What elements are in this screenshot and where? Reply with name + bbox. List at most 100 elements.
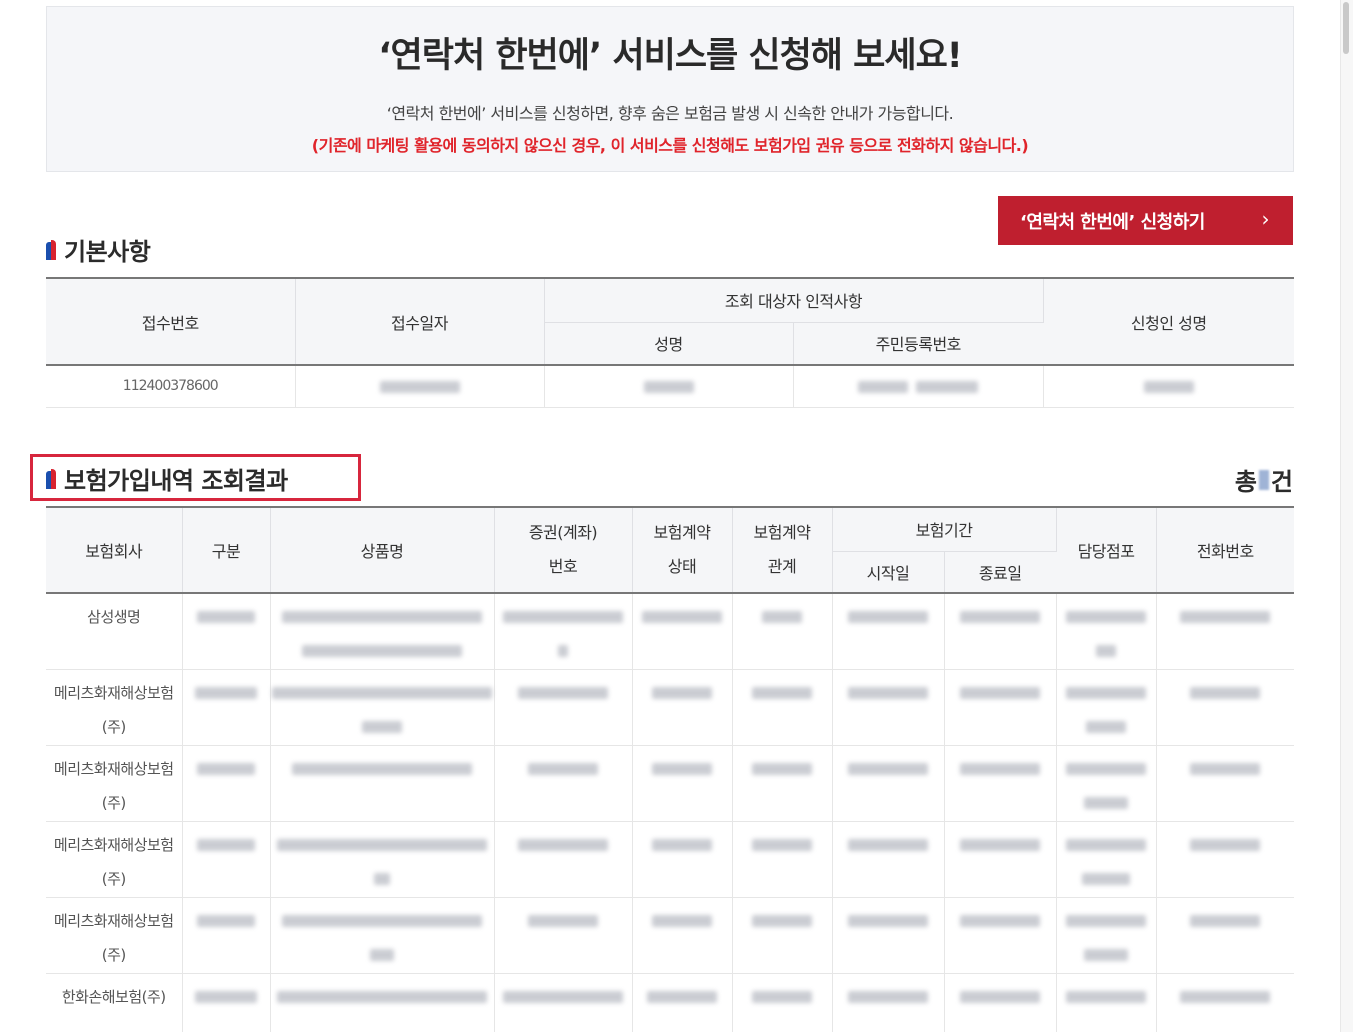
redacted-cell: [1056, 593, 1157, 670]
header-receipt-no: 접수번호: [46, 278, 296, 366]
redacted-cell: [732, 973, 833, 1032]
redacted-cell: [494, 973, 633, 1032]
redacted-cell: [832, 669, 945, 746]
table-row: 한화손해보험(주): [46, 973, 1295, 1032]
total-count: 총 건: [1235, 462, 1293, 497]
redacted-cell: [632, 593, 733, 670]
redacted-cell: [270, 669, 495, 746]
basic-info-heading: 기본사항: [46, 232, 151, 267]
redacted-cell: [732, 897, 833, 974]
header-status-line1: 보험계약: [653, 523, 711, 542]
redacted-cell: [544, 365, 794, 408]
redacted-cell: [832, 821, 945, 898]
table-row: 메리츠화재해상보험(주): [46, 897, 1295, 974]
redacted-cell: [1156, 821, 1295, 898]
company-cell: 메리츠화재해상보험(주): [46, 821, 183, 898]
redacted-cell: [944, 593, 1057, 670]
table-row: 메리츠화재해상보험(주): [46, 821, 1295, 898]
redacted-cell: [732, 745, 833, 822]
redacted-cell: [182, 593, 271, 670]
header-status-line2: 상태: [667, 557, 697, 576]
redacted-cell: [944, 973, 1057, 1032]
company-cell: 메리츠화재해상보험(주): [46, 897, 183, 974]
header-name: 성명: [544, 322, 794, 366]
redacted-cell: [494, 593, 633, 670]
redacted-cell: [182, 669, 271, 746]
header-start-date: 시작일: [832, 551, 945, 594]
redacted-cell: [1156, 897, 1295, 974]
redacted-cell: [793, 365, 1044, 408]
redacted-cell: [1056, 745, 1157, 822]
redacted-cell: [1056, 897, 1157, 974]
basic-info-table: 접수번호 접수일자 조회 대상자 인적사항 신청인 성명 성명 주민등록번호 1…: [46, 277, 1294, 408]
insurance-results-table: 보험회사 구분 상품명 증권(계좌) 번호 보험계약 상태 보험계약 관계 보험기간 …: [46, 506, 1295, 1032]
redacted-cell: [832, 973, 945, 1032]
header-end-date: 종료일: [944, 551, 1057, 594]
redacted-cell: [944, 745, 1057, 822]
company-cell: 한화손해보험(주): [46, 973, 183, 1032]
header-policy-no-line1: 증권(계좌): [528, 523, 598, 542]
redacted-cell: [1156, 669, 1295, 746]
header-policy-no: 증권(계좌) 번호: [494, 507, 633, 594]
results-heading: 보험가입내역 조회결과: [46, 461, 288, 496]
redacted-cell: [494, 897, 633, 974]
redacted-cell: [1156, 973, 1295, 1032]
banner-title: ‘연락처 한번에’ 서비스를 신청해 보세요!: [378, 36, 963, 76]
redacted-cell: [944, 821, 1057, 898]
redacted-cell: [1056, 669, 1157, 746]
redacted-cell: [494, 821, 633, 898]
header-phone: 전화번호: [1156, 507, 1295, 594]
redacted-cell: [944, 669, 1057, 746]
total-suffix: 건: [1270, 468, 1293, 496]
redacted-cell: [632, 897, 733, 974]
header-period: 보험기간: [832, 507, 1057, 552]
redacted-cell: [632, 821, 733, 898]
table-row: 112400378600: [46, 365, 1294, 408]
header-contract-relation: 보험계약 관계: [732, 507, 833, 594]
chevron-right-icon: ›: [1261, 207, 1270, 231]
redacted-cell: [1056, 821, 1157, 898]
redacted-cell: [494, 669, 633, 746]
redacted-cell: [1156, 593, 1295, 670]
redacted-cell: [1043, 365, 1294, 408]
redacted-cell: [832, 897, 945, 974]
header-target-info: 조회 대상자 인적사항: [544, 278, 1044, 323]
redacted-cell: [182, 897, 271, 974]
redacted-cell: [295, 365, 545, 408]
apply-contact-service-button[interactable]: ‘연락처 한번에’ 신청하기 ›: [998, 196, 1293, 245]
redacted-cell: [494, 745, 633, 822]
redacted-cell: [944, 897, 1057, 974]
company-cell: 메리츠화재해상보험(주): [46, 669, 183, 746]
header-policy-no-line2: 번호: [548, 557, 578, 576]
apply-button-label: ‘연락처 한번에’ 신청하기: [1020, 211, 1205, 233]
table-row: 메리츠화재해상보험(주): [46, 669, 1295, 746]
redacted-cell: [182, 745, 271, 822]
company-cell: 메리츠화재해상보험(주): [46, 745, 183, 822]
company-cell: 삼성생명: [46, 593, 183, 670]
redacted-cell: [1056, 973, 1157, 1032]
redacted-cell: [182, 973, 271, 1032]
redacted-cell: [632, 669, 733, 746]
redacted-cell: [832, 745, 945, 822]
results-title: 보험가입내역 조회결과: [64, 467, 288, 495]
header-branch: 담당점포: [1056, 507, 1157, 594]
redacted-cell: [182, 821, 271, 898]
total-prefix: 총: [1234, 468, 1257, 496]
redacted-cell: [270, 897, 495, 974]
header-relation-line1: 보험계약: [753, 523, 811, 542]
header-rrn: 주민등록번호: [793, 322, 1043, 366]
header-applicant-name: 신청인 성명: [1043, 278, 1294, 366]
redacted-cell: [732, 821, 833, 898]
scrollbar[interactable]: [1340, 0, 1353, 1032]
redacted-cell: [270, 745, 495, 822]
redacted-cell: [270, 973, 495, 1032]
header-category: 구분: [182, 507, 271, 594]
redacted-cell: [632, 745, 733, 822]
receipt-no-value: 112400378600: [46, 365, 296, 408]
scrollbar-thumb[interactable]: [1343, 2, 1349, 54]
redacted-cell: [732, 593, 833, 670]
basic-info-title: 기본사항: [64, 238, 151, 266]
table-row: 메리츠화재해상보험(주): [46, 745, 1295, 822]
table-row: 삼성생명: [46, 593, 1295, 670]
redacted-cell: [832, 593, 945, 670]
